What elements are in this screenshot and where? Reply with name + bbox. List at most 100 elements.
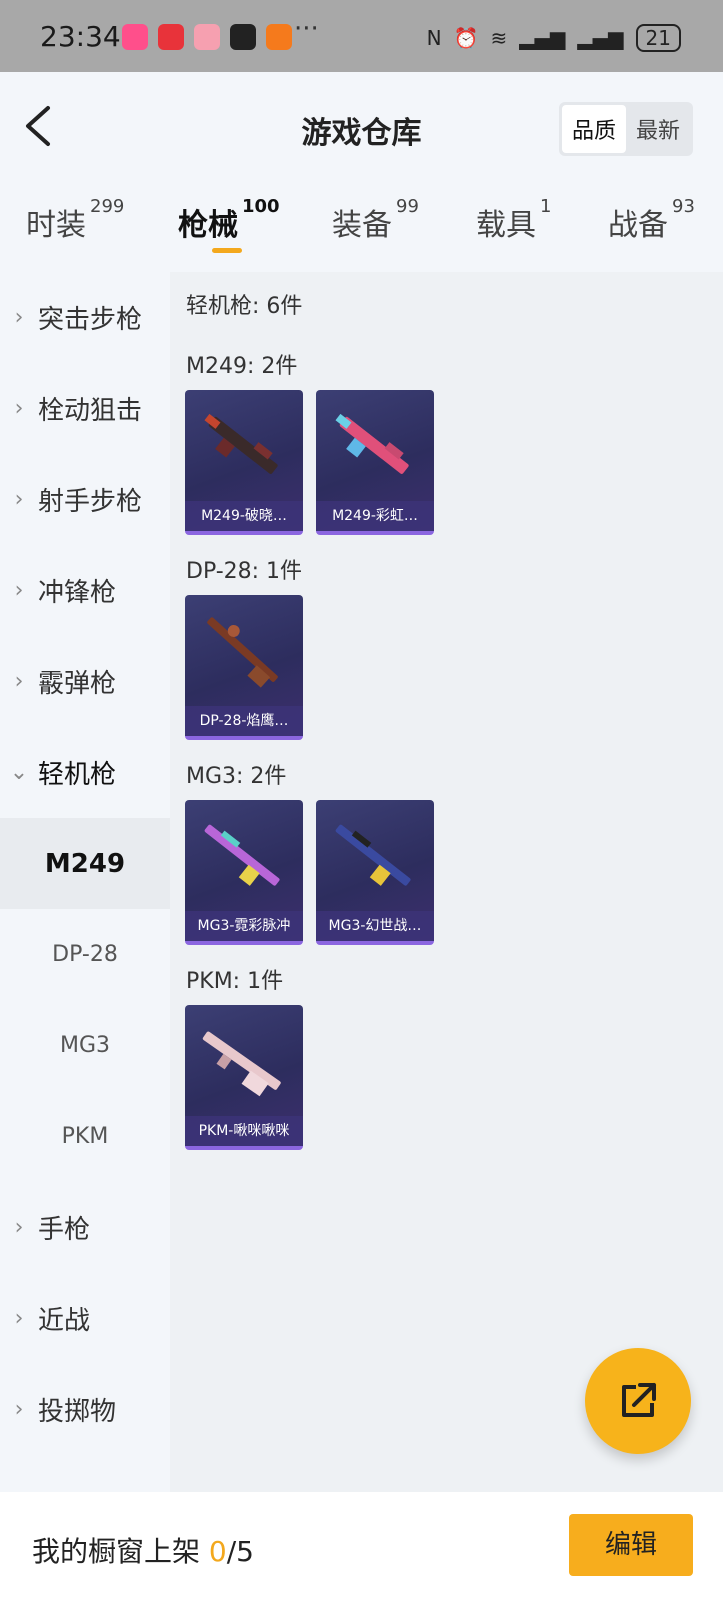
sidebar-item-label: 轻机枪	[38, 760, 117, 790]
lmg-skin-image	[202, 1031, 281, 1097]
sidebar-item-label: 冲锋枪	[38, 578, 117, 608]
chevron-right-icon: ›	[14, 396, 24, 421]
weapon-list: 轻机枪: 6件 M249: 2件 M249-破晓… M249-彩虹… DP-28…	[170, 272, 723, 1492]
tab-label: 装备	[332, 208, 392, 243]
app-icon	[122, 24, 148, 50]
weapon-card-label: M249-彩虹…	[316, 501, 434, 531]
chevron-right-icon: ›	[14, 487, 24, 512]
chevron-right-icon: ›	[14, 1397, 24, 1422]
lmg-skin-image	[207, 617, 278, 688]
nfc-icon: N	[426, 26, 442, 50]
weapon-card-label: MG3-幻世战…	[316, 911, 434, 941]
section-title: 轻机枪: 6件	[186, 294, 303, 319]
header: 游戏仓库 品质 最新 时装299 枪械100 装备99 载具1 战备93	[0, 72, 723, 272]
chevron-right-icon: ›	[14, 1306, 24, 1331]
weapon-card-label: M249-破晓…	[185, 501, 303, 531]
share-button[interactable]	[585, 1348, 691, 1454]
sidebar-subitem-mg3[interactable]: MG3	[0, 1000, 170, 1091]
showcase-label: 我的橱窗上架	[32, 1535, 209, 1568]
sidebar-item-label: 近战	[38, 1306, 91, 1336]
sidebar-subitem-dp28[interactable]: DP-28	[0, 909, 170, 1000]
sidebar-item-marksman-rifle[interactable]: › 射手步枪	[0, 454, 170, 545]
weapon-card-label: PKM-啾咪啾咪	[185, 1116, 303, 1146]
tab-count: 299	[90, 196, 125, 217]
sidebar-item-bolt-sniper[interactable]: › 栓动狙击	[0, 363, 170, 454]
wifi-icon: ≋	[490, 26, 508, 50]
tab-label: 战备	[608, 208, 668, 243]
app-icon	[158, 24, 184, 50]
tab-count: 93	[672, 196, 695, 217]
tab-label: 枪械	[178, 208, 238, 243]
sidebar-subitem-m249[interactable]: M249	[0, 818, 170, 909]
tab-equipment[interactable]: 装备99	[332, 196, 419, 244]
showcase-total-count: /5	[226, 1535, 254, 1568]
sidebar-item-label: 霰弹枪	[38, 669, 117, 699]
tab-label: 时装	[26, 208, 86, 243]
sort-quality-button[interactable]: 品质	[561, 105, 626, 153]
lmg-skin-image	[335, 413, 409, 474]
tab-active-indicator	[212, 248, 242, 253]
weapon-card[interactable]: MG3-幻世战…	[316, 800, 434, 945]
tab-supplies[interactable]: 战备93	[608, 196, 695, 244]
tab-count: 1	[540, 196, 552, 217]
weapon-card[interactable]: M249-彩虹…	[316, 390, 434, 535]
tab-vehicles[interactable]: 载具1	[476, 196, 551, 244]
tab-label: 载具	[476, 208, 536, 243]
weapon-card-label: MG3-霓彩脉冲	[185, 911, 303, 941]
group-title: M249: 2件	[186, 354, 298, 379]
weapon-card[interactable]: M249-破晓…	[185, 390, 303, 535]
sidebar-item-label: 手枪	[38, 1215, 91, 1245]
group-title: MG3: 2件	[186, 764, 287, 789]
sidebar-item-pistol[interactable]: › 手枪	[0, 1182, 170, 1273]
showcase-current-count: 0	[208, 1535, 227, 1568]
lmg-skin-image	[204, 413, 278, 474]
sidebar-item-assault-rifle[interactable]: › 突击步枪	[0, 272, 170, 363]
status-more: ···	[294, 14, 319, 44]
tab-count: 100	[242, 196, 280, 217]
app-icon	[194, 24, 220, 50]
status-bar: 23:34 ··· N ⏰ ≋ ▂▄▆ ▂▄▆ 21	[0, 0, 723, 72]
tab-fashion[interactable]: 时装299	[26, 196, 124, 244]
weapon-card[interactable]: MG3-霓彩脉冲	[185, 800, 303, 945]
chevron-right-icon: ›	[14, 669, 24, 694]
sidebar-subitem-pkm[interactable]: PKM	[0, 1091, 170, 1182]
sidebar-item-throwables[interactable]: › 投掷物	[0, 1364, 170, 1455]
external-link-icon	[622, 1383, 656, 1417]
app-icon	[266, 24, 292, 50]
signal-icon: ▂▄▆	[577, 26, 624, 50]
tab-count: 99	[396, 196, 419, 217]
app-icon	[230, 24, 256, 50]
sidebar-item-shotgun[interactable]: › 霰弹枪	[0, 636, 170, 727]
tab-guns[interactable]: 枪械100	[178, 196, 280, 244]
chevron-right-icon: ›	[14, 1215, 24, 1240]
chevron-down-icon: ⌄	[9, 760, 29, 785]
alarm-icon: ⏰	[453, 26, 479, 50]
sort-toggle: 品质 最新	[558, 102, 693, 156]
sidebar-item-label: 射手步枪	[38, 487, 143, 517]
status-app-icons	[122, 24, 292, 50]
sidebar-item-lmg[interactable]: ⌄ 轻机枪	[0, 727, 170, 818]
lmg-skin-image	[335, 824, 411, 886]
sort-latest-button[interactable]: 最新	[626, 105, 690, 153]
battery-icon: 21	[635, 24, 681, 52]
weapon-category-sidebar: › 突击步枪 › 栓动狙击 › 射手步枪 › 冲锋枪 › 霰弹枪 ⌄ 轻机枪 M…	[0, 272, 170, 1492]
status-time: 23:34	[40, 20, 121, 53]
sidebar-item-label: 突击步枪	[38, 305, 143, 335]
weapon-card[interactable]: PKM-啾咪啾咪	[185, 1005, 303, 1150]
bottom-bar: 我的橱窗上架 0/5 编辑	[0, 1492, 723, 1600]
lmg-skin-image	[204, 824, 280, 886]
status-indicators: N ⏰ ≋ ▂▄▆ ▂▄▆ 21	[427, 24, 681, 52]
weapon-card-label: DP-28-焰鹰…	[185, 706, 303, 736]
sidebar-item-melee[interactable]: › 近战	[0, 1273, 170, 1364]
chevron-right-icon: ›	[14, 305, 24, 330]
weapon-card[interactable]: DP-28-焰鹰…	[185, 595, 303, 740]
showcase-status: 我的橱窗上架 0/5	[32, 1530, 254, 1570]
category-tabs: 时装299 枪械100 装备99 载具1 战备93	[0, 196, 723, 270]
signal-icon: ▂▄▆	[519, 26, 566, 50]
group-title: PKM: 1件	[186, 969, 284, 994]
sidebar-item-smg[interactable]: › 冲锋枪	[0, 545, 170, 636]
sidebar-item-label: 投掷物	[38, 1397, 117, 1427]
edit-button[interactable]: 编辑	[569, 1514, 693, 1576]
chevron-right-icon: ›	[14, 578, 24, 603]
sidebar-item-label: 栓动狙击	[38, 396, 143, 426]
